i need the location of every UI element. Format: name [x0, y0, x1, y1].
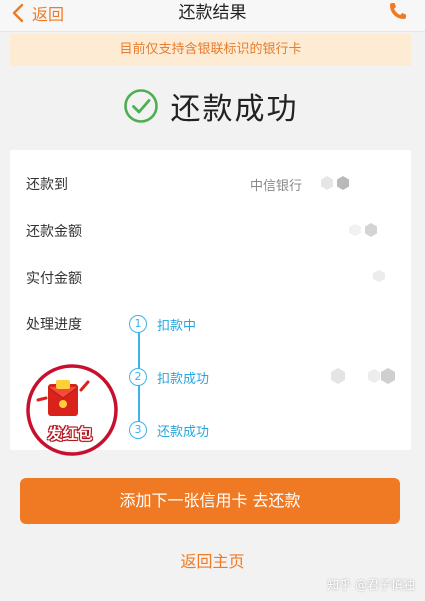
- notice-banner: 目前仅支持含银联标识的银行卡: [10, 34, 411, 66]
- nav-bar: 返回 还款结果: [0, 0, 425, 32]
- step-label: 扣款成功: [157, 371, 210, 387]
- red-packet-button[interactable]: 发红包: [26, 360, 120, 456]
- check-circle-icon: [123, 89, 158, 123]
- paid-blur-icon: [373, 270, 385, 282]
- bank-logo-icon: [321, 176, 349, 190]
- amount-blur-icon: [349, 223, 377, 237]
- step-label: 还款成功: [157, 424, 210, 440]
- result-header: 还款成功: [10, 66, 411, 146]
- step-label: 扣款中: [157, 318, 197, 334]
- step-item: 2 扣款成功: [129, 367, 209, 387]
- paid-label: 实付金额: [26, 271, 82, 287]
- progress-label: 处理进度: [26, 317, 82, 333]
- add-card-repay-button[interactable]: 添加下一张信用卡 去还款: [20, 478, 400, 524]
- step-item: 3 还款成功: [129, 420, 209, 440]
- step-number: 2: [129, 368, 147, 386]
- progress-blur-icon: [331, 368, 395, 384]
- repay-to-label: 还款到: [26, 177, 68, 193]
- watermark: 知乎 @君子慎独: [327, 578, 415, 592]
- step-number: 3: [129, 421, 147, 439]
- amount-label: 还款金额: [26, 224, 82, 240]
- result-text: 还款成功: [170, 92, 299, 127]
- detail-card: 还款到 中信银行 还款金额 实付金额 处理进度 1 扣款中 2 扣款成功 3 还…: [10, 150, 411, 456]
- repay-to-value: 中信银行: [250, 179, 303, 194]
- step-item: 1 扣款中: [129, 314, 196, 334]
- phone-icon[interactable]: [387, 0, 409, 22]
- red-packet-label: 发红包: [47, 425, 93, 443]
- home-link[interactable]: 返回主页: [0, 548, 425, 572]
- page-title: 还款结果: [178, 3, 247, 23]
- step-number: 1: [129, 315, 147, 333]
